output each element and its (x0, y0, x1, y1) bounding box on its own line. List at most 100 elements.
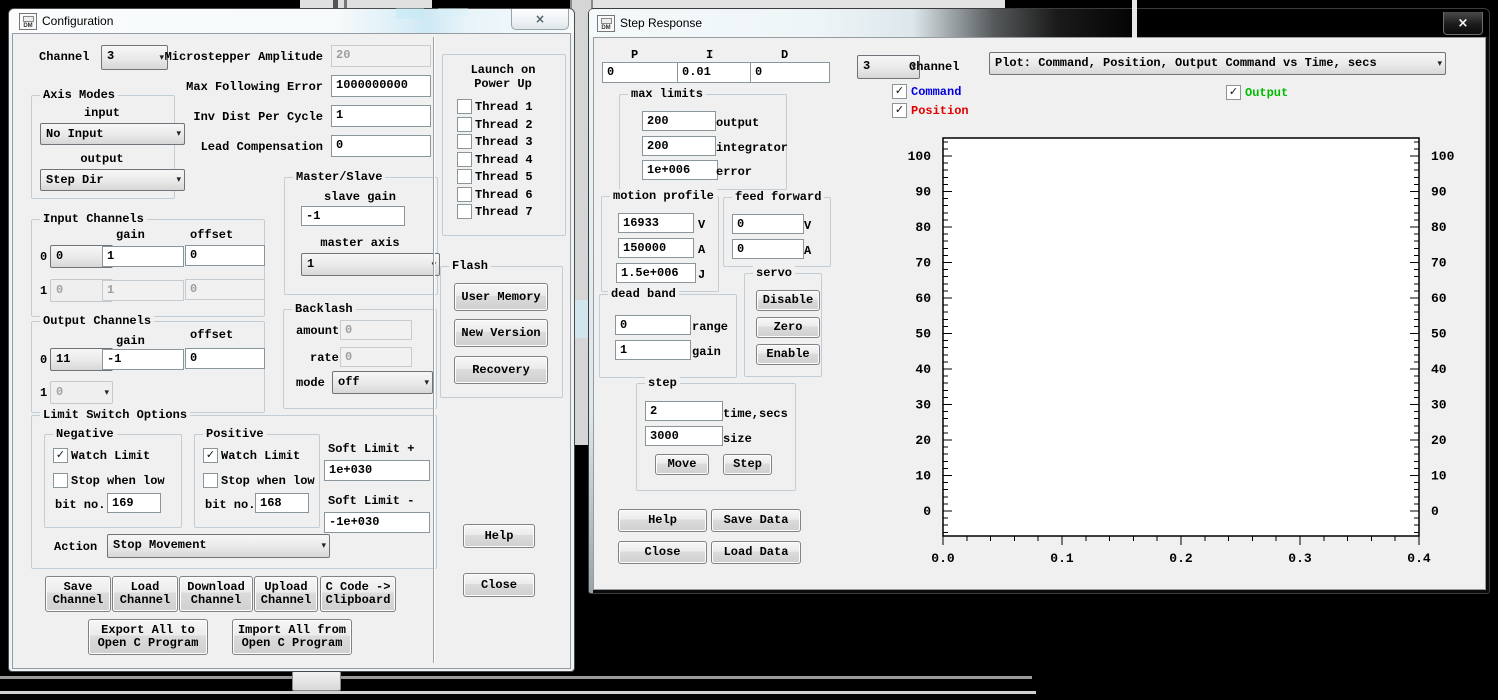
c-code-clipboard-button[interactable]: C Code -> Clipboard (320, 576, 396, 612)
inv-dist-per-cycle-field[interactable]: 1 (331, 105, 431, 127)
servo-enable-button[interactable]: Enable (756, 344, 820, 365)
positive-stop-when-low-checkbox[interactable] (203, 473, 218, 488)
servo-disable-button[interactable]: Disable (756, 290, 820, 311)
background-window-fragment-tick2 (344, 0, 347, 8)
negative-watch-limit-checkbox[interactable]: ✓ (53, 448, 68, 463)
acceleration-field[interactable]: 150000 (618, 238, 694, 258)
step-response-plot: 0010102020303040405050606070708080909010… (877, 127, 1481, 575)
soft-limit-plus-label: Soft Limit + (328, 442, 414, 456)
velocity-field[interactable]: 16933 (618, 213, 694, 233)
master-axis-dropdown[interactable]: 1▾ (301, 253, 440, 276)
action-dropdown[interactable]: Stop Movement▾ (107, 534, 330, 558)
ff-acceleration-field[interactable]: 0 (732, 239, 804, 259)
close-icon: × (535, 12, 545, 26)
output-channels-title: Output Channels (40, 314, 154, 328)
input-row0-index: 0 (40, 250, 47, 264)
backlash-amount-field[interactable]: 0 (340, 320, 412, 340)
background-window-edge-line (1132, 0, 1137, 38)
recovery-button[interactable]: Recovery (454, 356, 548, 384)
save-channel-button[interactable]: Save Channel (45, 576, 111, 612)
desktop: { "icons": {"close": "×", "dropdown": "▾… (0, 0, 1498, 700)
input-row1-gain-field[interactable]: 1 (102, 280, 184, 301)
download-channel-button[interactable]: Download Channel (179, 576, 253, 612)
input-row0-gain-field[interactable]: 1 (102, 246, 184, 267)
step-button[interactable]: Step (723, 454, 772, 475)
max-error-field[interactable]: 1e+006 (642, 160, 718, 180)
thread-4-checkbox[interactable] (457, 152, 472, 167)
jerk-field[interactable]: 1.5e+006 (616, 263, 696, 283)
thread-2-checkbox[interactable] (457, 117, 472, 132)
step-help-button[interactable]: Help (618, 509, 707, 532)
p-field[interactable]: 0 (602, 62, 681, 83)
command-checkbox[interactable]: ✓ (892, 84, 907, 99)
step-time-field[interactable]: 2 (645, 401, 723, 421)
thread-5-checkbox[interactable] (457, 169, 472, 184)
axis-input-dropdown[interactable]: No Input▾ (40, 123, 185, 145)
max-output-field[interactable]: 200 (642, 111, 716, 131)
check-icon: ✓ (206, 448, 215, 461)
ff-velocity-field[interactable]: 0 (732, 214, 804, 234)
step-time-label: time,secs (723, 407, 788, 421)
thread-3-checkbox[interactable] (457, 134, 472, 149)
move-button[interactable]: Move (655, 454, 709, 475)
axis-output-dropdown[interactable]: Step Dir▾ (40, 169, 185, 191)
positive-bit-label: bit no. (205, 498, 255, 512)
step-size-field[interactable]: 3000 (645, 426, 723, 446)
step-response-titlebar[interactable]: DM Step Response (589, 9, 1489, 37)
new-version-button[interactable]: New Version (454, 319, 548, 347)
max-following-error-field[interactable]: 1000000000 (331, 75, 431, 97)
user-memory-button[interactable]: User Memory (454, 283, 548, 311)
negative-bit-field[interactable]: 169 (107, 493, 161, 513)
lead-compensation-field[interactable]: 0 (331, 135, 431, 157)
svg-text:90: 90 (915, 185, 931, 200)
export-all-button[interactable]: Export All to Open C Program (88, 619, 208, 655)
load-data-button[interactable]: Load Data (711, 541, 801, 564)
input-row0-offset-field[interactable]: 0 (185, 245, 265, 266)
flash-title: Flash (449, 259, 491, 273)
thread-6-checkbox[interactable] (457, 187, 472, 202)
configuration-titlebar[interactable]: DM Configuration (9, 9, 574, 33)
output-checkbox[interactable]: ✓ (1226, 85, 1241, 100)
backlash-rate-field[interactable]: 0 (340, 347, 412, 367)
step-close-button[interactable]: Close (618, 541, 707, 564)
microstepper-amplitude-field[interactable]: 20 (331, 45, 431, 67)
max-limits-group: max limits 200 output 200 integrator 1e+… (619, 94, 787, 190)
output-row1-channel-dropdown[interactable]: 0▾ (50, 381, 113, 404)
configuration-close-window-button[interactable]: Close (463, 573, 535, 597)
upload-channel-button[interactable]: Upload Channel (254, 576, 318, 612)
configuration-close-button[interactable]: × (511, 9, 569, 30)
negative-stop-when-low-checkbox[interactable] (53, 473, 68, 488)
d-field[interactable]: 0 (750, 62, 830, 83)
load-channel-button[interactable]: Load Channel (112, 576, 178, 612)
input-row1-offset-field[interactable]: 0 (185, 279, 265, 300)
svg-text:0.1: 0.1 (1050, 551, 1074, 566)
dead-band-range-field[interactable]: 0 (615, 315, 691, 335)
soft-limit-plus-field[interactable]: 1e+030 (324, 460, 430, 481)
i-field[interactable]: 0.01 (677, 62, 755, 83)
backlash-mode-dropdown[interactable]: off▾ (332, 371, 433, 394)
position-checkbox[interactable]: ✓ (892, 103, 907, 118)
position-label: Position (911, 104, 969, 118)
feed-forward-title: feed forward (732, 190, 824, 204)
servo-zero-button[interactable]: Zero (756, 317, 820, 338)
configuration-help-button[interactable]: Help (463, 524, 535, 548)
launch-on-power-up-group: Launch on Power Up Thread 1 Thread 2 Thr… (442, 54, 566, 236)
positive-watch-limit-checkbox[interactable]: ✓ (203, 448, 218, 463)
dead-band-gain-field[interactable]: 1 (615, 340, 691, 360)
thread-1-checkbox[interactable] (457, 99, 472, 114)
svg-text:40: 40 (1431, 362, 1447, 377)
plot-type-dropdown[interactable]: Plot: Command, Position, Output Command … (989, 52, 1446, 75)
soft-limit-minus-label: Soft Limit - (328, 494, 414, 508)
soft-limit-minus-field[interactable]: -1e+030 (324, 512, 430, 533)
servo-group: servo Disable Zero Enable (744, 273, 822, 377)
positive-bit-field[interactable]: 168 (255, 493, 309, 513)
save-data-button[interactable]: Save Data (711, 509, 801, 532)
max-integrator-field[interactable]: 200 (642, 136, 716, 156)
thread-2-label: Thread 2 (475, 118, 533, 132)
import-all-button[interactable]: Import All from Open C Program (232, 619, 352, 655)
slave-gain-field[interactable]: -1 (301, 206, 405, 226)
thread-7-checkbox[interactable] (457, 204, 472, 219)
output-row0-gain-field[interactable]: -1 (102, 349, 184, 370)
output-row0-offset-field[interactable]: 0 (185, 348, 265, 369)
step-response-close-button[interactable]: × (1443, 12, 1483, 35)
